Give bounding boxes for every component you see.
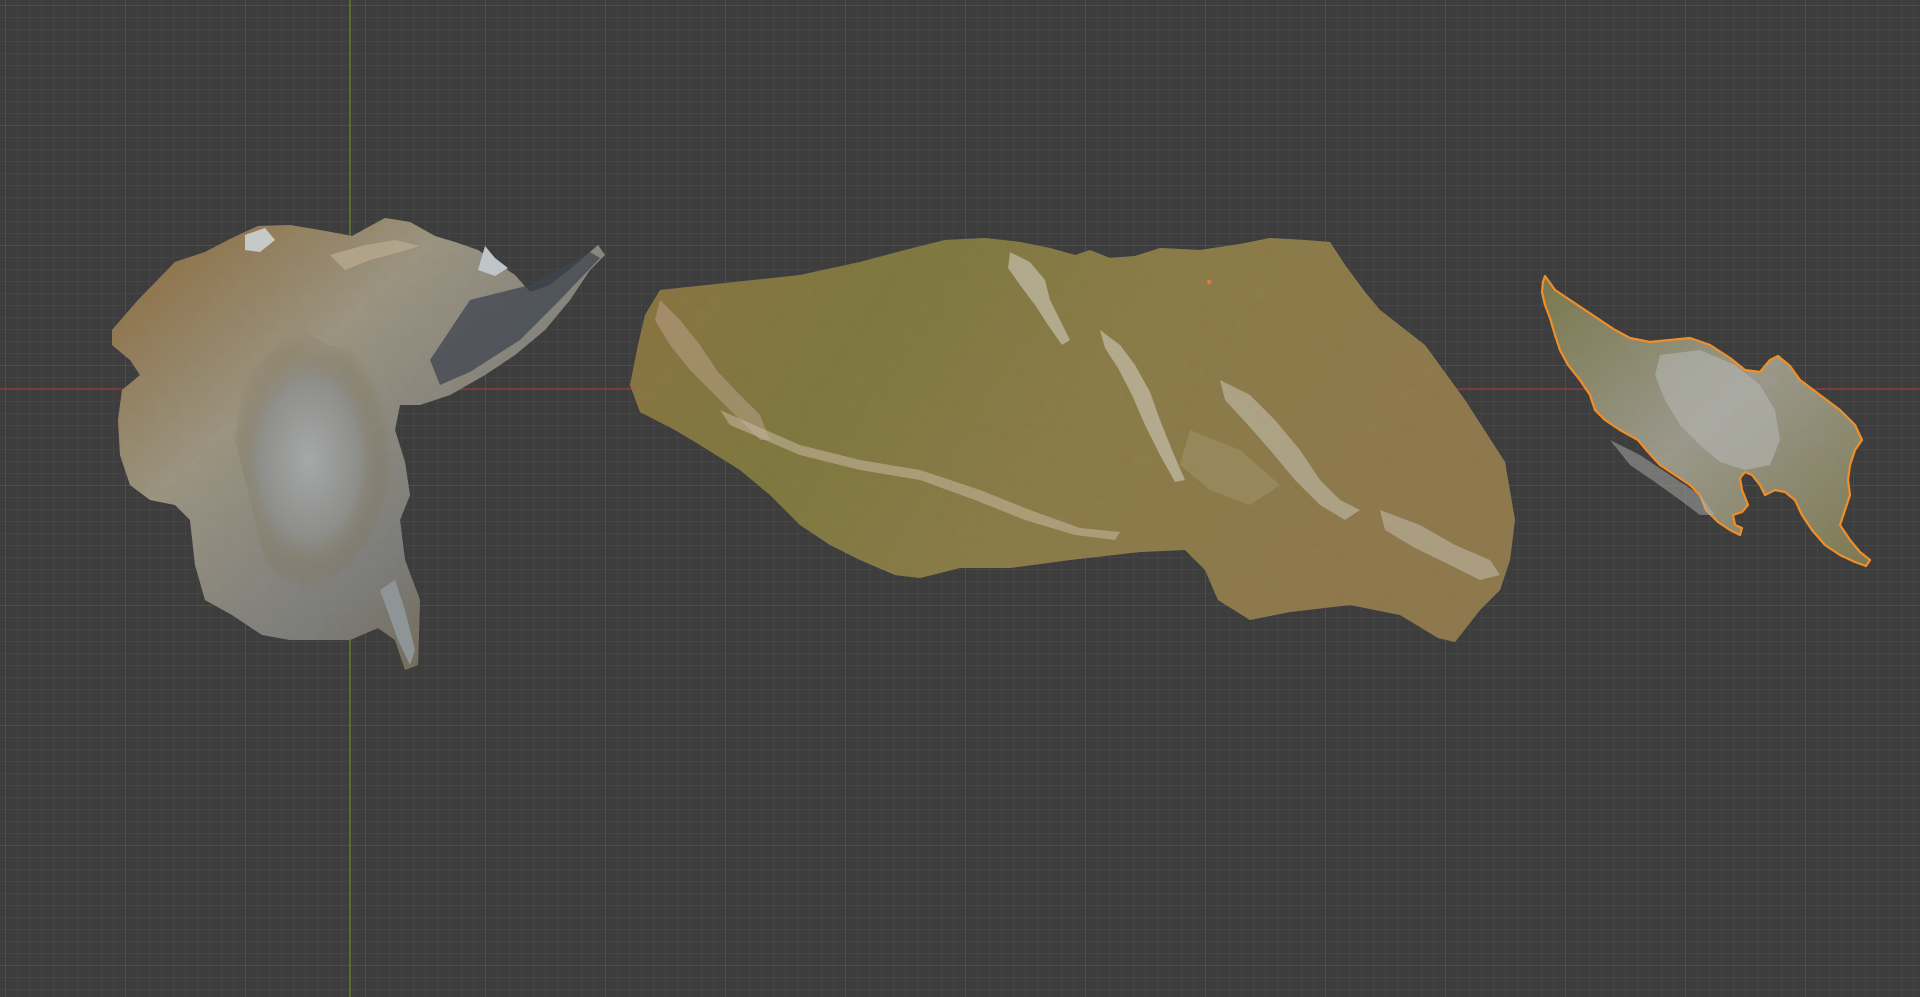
3d-viewport[interactable] — [0, 0, 1920, 997]
scan-object-left[interactable] — [112, 218, 605, 670]
scan-object-right-selected[interactable] — [1540, 274, 1872, 568]
viewport-canvas[interactable] — [0, 0, 1920, 997]
scan-object-middle[interactable] — [630, 238, 1515, 642]
